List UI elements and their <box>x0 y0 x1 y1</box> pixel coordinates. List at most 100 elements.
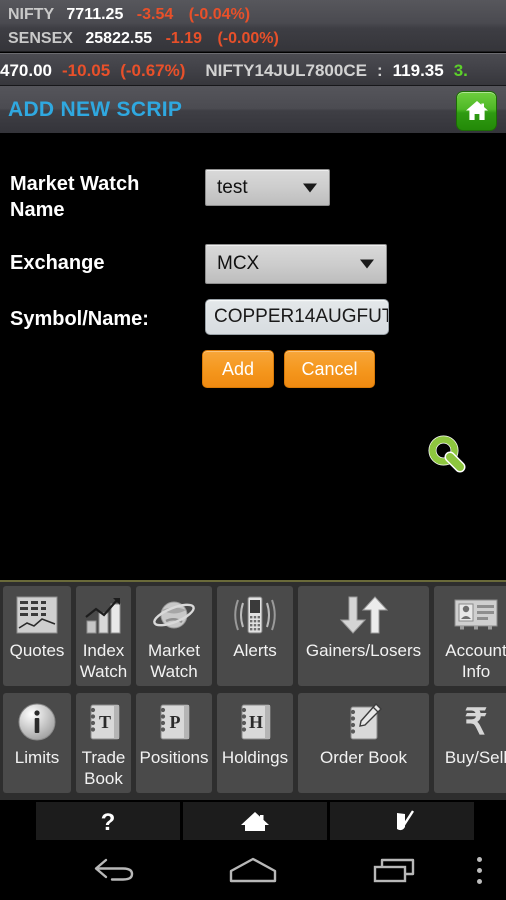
android-nav-bar <box>0 840 506 900</box>
grid-item-label: Limits <box>14 748 60 767</box>
index-ticker-row[interactable]: NIFTY 7711.25 -3.54 (-0.04%) <box>8 3 506 27</box>
grid-item-quotes[interactable]: Quotes <box>3 586 71 686</box>
market-watch-select[interactable]: test <box>205 169 330 206</box>
grid-item-label: Market Watch <box>148 641 200 681</box>
grid-item-buy-sell[interactable]: ₹ Buy/Sell <box>434 693 506 793</box>
index-percent: (-0.04%) <box>188 6 251 23</box>
overflow-menu-icon <box>476 854 482 887</box>
grid-item-positions[interactable]: P Positions <box>136 693 212 793</box>
search-icon <box>428 435 466 473</box>
grid-item-index-watch[interactable]: Index Watch <box>76 586 131 686</box>
grid-item-label: Account Info <box>445 641 506 681</box>
account-card-icon <box>451 591 501 639</box>
index-ticker-row[interactable]: SENSEX 25822.55 -1.19 (-0.00%) <box>8 27 506 51</box>
grid-item-label: Holdings <box>221 748 289 767</box>
svg-text:T: T <box>98 712 110 732</box>
grid-item-holdings[interactable]: H Holdings <box>217 693 293 793</box>
add-button-label: Add <box>221 358 255 379</box>
notebook-h-icon: H <box>234 698 276 746</box>
symbol-label: Symbol/Name: <box>10 308 149 330</box>
question-mark-icon: ? <box>101 809 116 834</box>
exchange-value: MCX <box>217 253 260 274</box>
scrip-partial-value: 470.00 <box>0 61 52 80</box>
home-tab[interactable] <box>183 802 327 840</box>
svg-text:?: ? <box>101 809 116 834</box>
exchange-row: Exchange MCX <box>0 244 506 290</box>
logout-icon <box>397 810 415 831</box>
rupee-icon: ₹ <box>455 698 497 746</box>
info-circle-icon <box>16 698 58 746</box>
symbol-row: Symbol/Name: COPPER14AUGFUT <box>0 299 506 345</box>
help-tab[interactable]: ? <box>36 802 180 840</box>
index-name: NIFTY <box>8 6 54 23</box>
recents-icon <box>373 858 415 883</box>
grid-item-limits[interactable]: Limits <box>3 693 71 793</box>
market-watch-row: Market Watch Name test <box>0 169 506 227</box>
bar-chart-icon <box>82 591 126 639</box>
scrip-colon: : <box>376 61 383 80</box>
grid-item-label: Buy/Sell <box>444 748 506 767</box>
chevron-down-icon <box>303 183 317 192</box>
quotes-table-icon <box>14 591 60 639</box>
grid-item-trade-book[interactable]: T Trade Book <box>76 693 131 793</box>
quick-action-row-1: Quotes Index Watch Market Watch Alerts G… <box>0 582 506 688</box>
scrip-ticker-bar[interactable]: 470.00 -10.05 (-0.67%) NIFTY14JUL7800CE:119… <box>0 53 506 86</box>
home-outline-icon <box>229 857 277 883</box>
grid-item-label: Index Watch <box>79 641 128 681</box>
scrip-trailing-change: 3. <box>453 61 468 80</box>
symbol-input-value: COPPER14AUGFUT <box>214 306 389 327</box>
index-name: SENSEX <box>8 30 73 47</box>
index-change: -1.19 <box>165 30 203 47</box>
index-value: 25822.55 <box>85 30 153 47</box>
market-watch-label: Market Watch Name <box>10 173 140 221</box>
svg-text:P: P <box>170 712 181 732</box>
add-scrip-form: Market Watch Name test Exchange MCX Symb… <box>0 139 506 579</box>
cancel-button[interactable]: Cancel <box>284 350 375 388</box>
page-title: ADD NEW SCRIP <box>8 98 183 121</box>
up-down-arrows-icon <box>338 591 390 639</box>
cancel-button-label: Cancel <box>301 358 358 379</box>
scrip-partial-change: -10.05 <box>62 61 111 80</box>
chevron-down-icon <box>360 259 374 269</box>
back-button[interactable] <box>70 840 160 900</box>
grid-item-market-watch[interactable]: Market Watch <box>136 586 212 686</box>
menu-button[interactable] <box>462 840 496 900</box>
add-button[interactable]: Add <box>202 350 274 388</box>
app-root: NIFTY 7711.25 -3.54 (-0.04%) SENSEX 2582… <box>0 0 506 900</box>
notebook-t-icon: T <box>83 698 125 746</box>
search-button[interactable] <box>422 429 472 479</box>
grid-item-label: Alerts <box>233 641 277 660</box>
grid-item-label: Gainers/Losers <box>305 641 422 660</box>
scrip-symbol: NIFTY14JUL7800CE <box>205 61 367 80</box>
index-value: 7711.25 <box>66 6 124 23</box>
index-ticker-bar: NIFTY 7711.25 -3.54 (-0.04%) SENSEX 2582… <box>0 0 506 52</box>
home-button[interactable] <box>456 91 497 131</box>
recents-button[interactable] <box>350 840 440 900</box>
exchange-label: Exchange <box>10 252 105 274</box>
quick-action-grid: Quotes Index Watch Market Watch Alerts G… <box>0 580 506 800</box>
scrip-partial-percent: (-0.67%) <box>120 61 186 80</box>
grid-item-order-book[interactable]: Order Book <box>298 693 429 793</box>
index-change: -3.54 <box>136 6 174 23</box>
grid-item-alerts[interactable]: Alerts <box>217 586 293 686</box>
home-button[interactable] <box>208 840 298 900</box>
phone-alert-icon <box>229 591 281 639</box>
notebook-p-icon: P <box>153 698 195 746</box>
bottom-tab-strip: ? <box>0 802 506 840</box>
grid-item-label: Order Book <box>320 748 407 767</box>
grid-item-label: Quotes <box>9 641 65 660</box>
grid-item-gainers-losers[interactable]: Gainers/Losers <box>298 586 429 686</box>
grid-item-label: Positions <box>139 748 209 767</box>
market-watch-value: test <box>217 176 248 198</box>
quick-action-row-2: Limits T Trade Book P Positions H Holdin… <box>0 689 506 795</box>
globe-icon <box>150 591 198 639</box>
symbol-input[interactable]: COPPER14AUGFUT <box>205 299 389 335</box>
scrip-price: 119.35 <box>392 61 444 80</box>
svg-text:₹: ₹ <box>465 702 488 742</box>
exchange-select[interactable]: MCX <box>205 244 387 284</box>
index-percent: (-0.00%) <box>217 30 279 47</box>
grid-item-account-info[interactable]: Account Info <box>434 586 506 686</box>
logout-tab[interactable] <box>330 802 474 840</box>
home-icon <box>465 101 488 120</box>
title-bar: ADD NEW SCRIP <box>0 86 506 136</box>
